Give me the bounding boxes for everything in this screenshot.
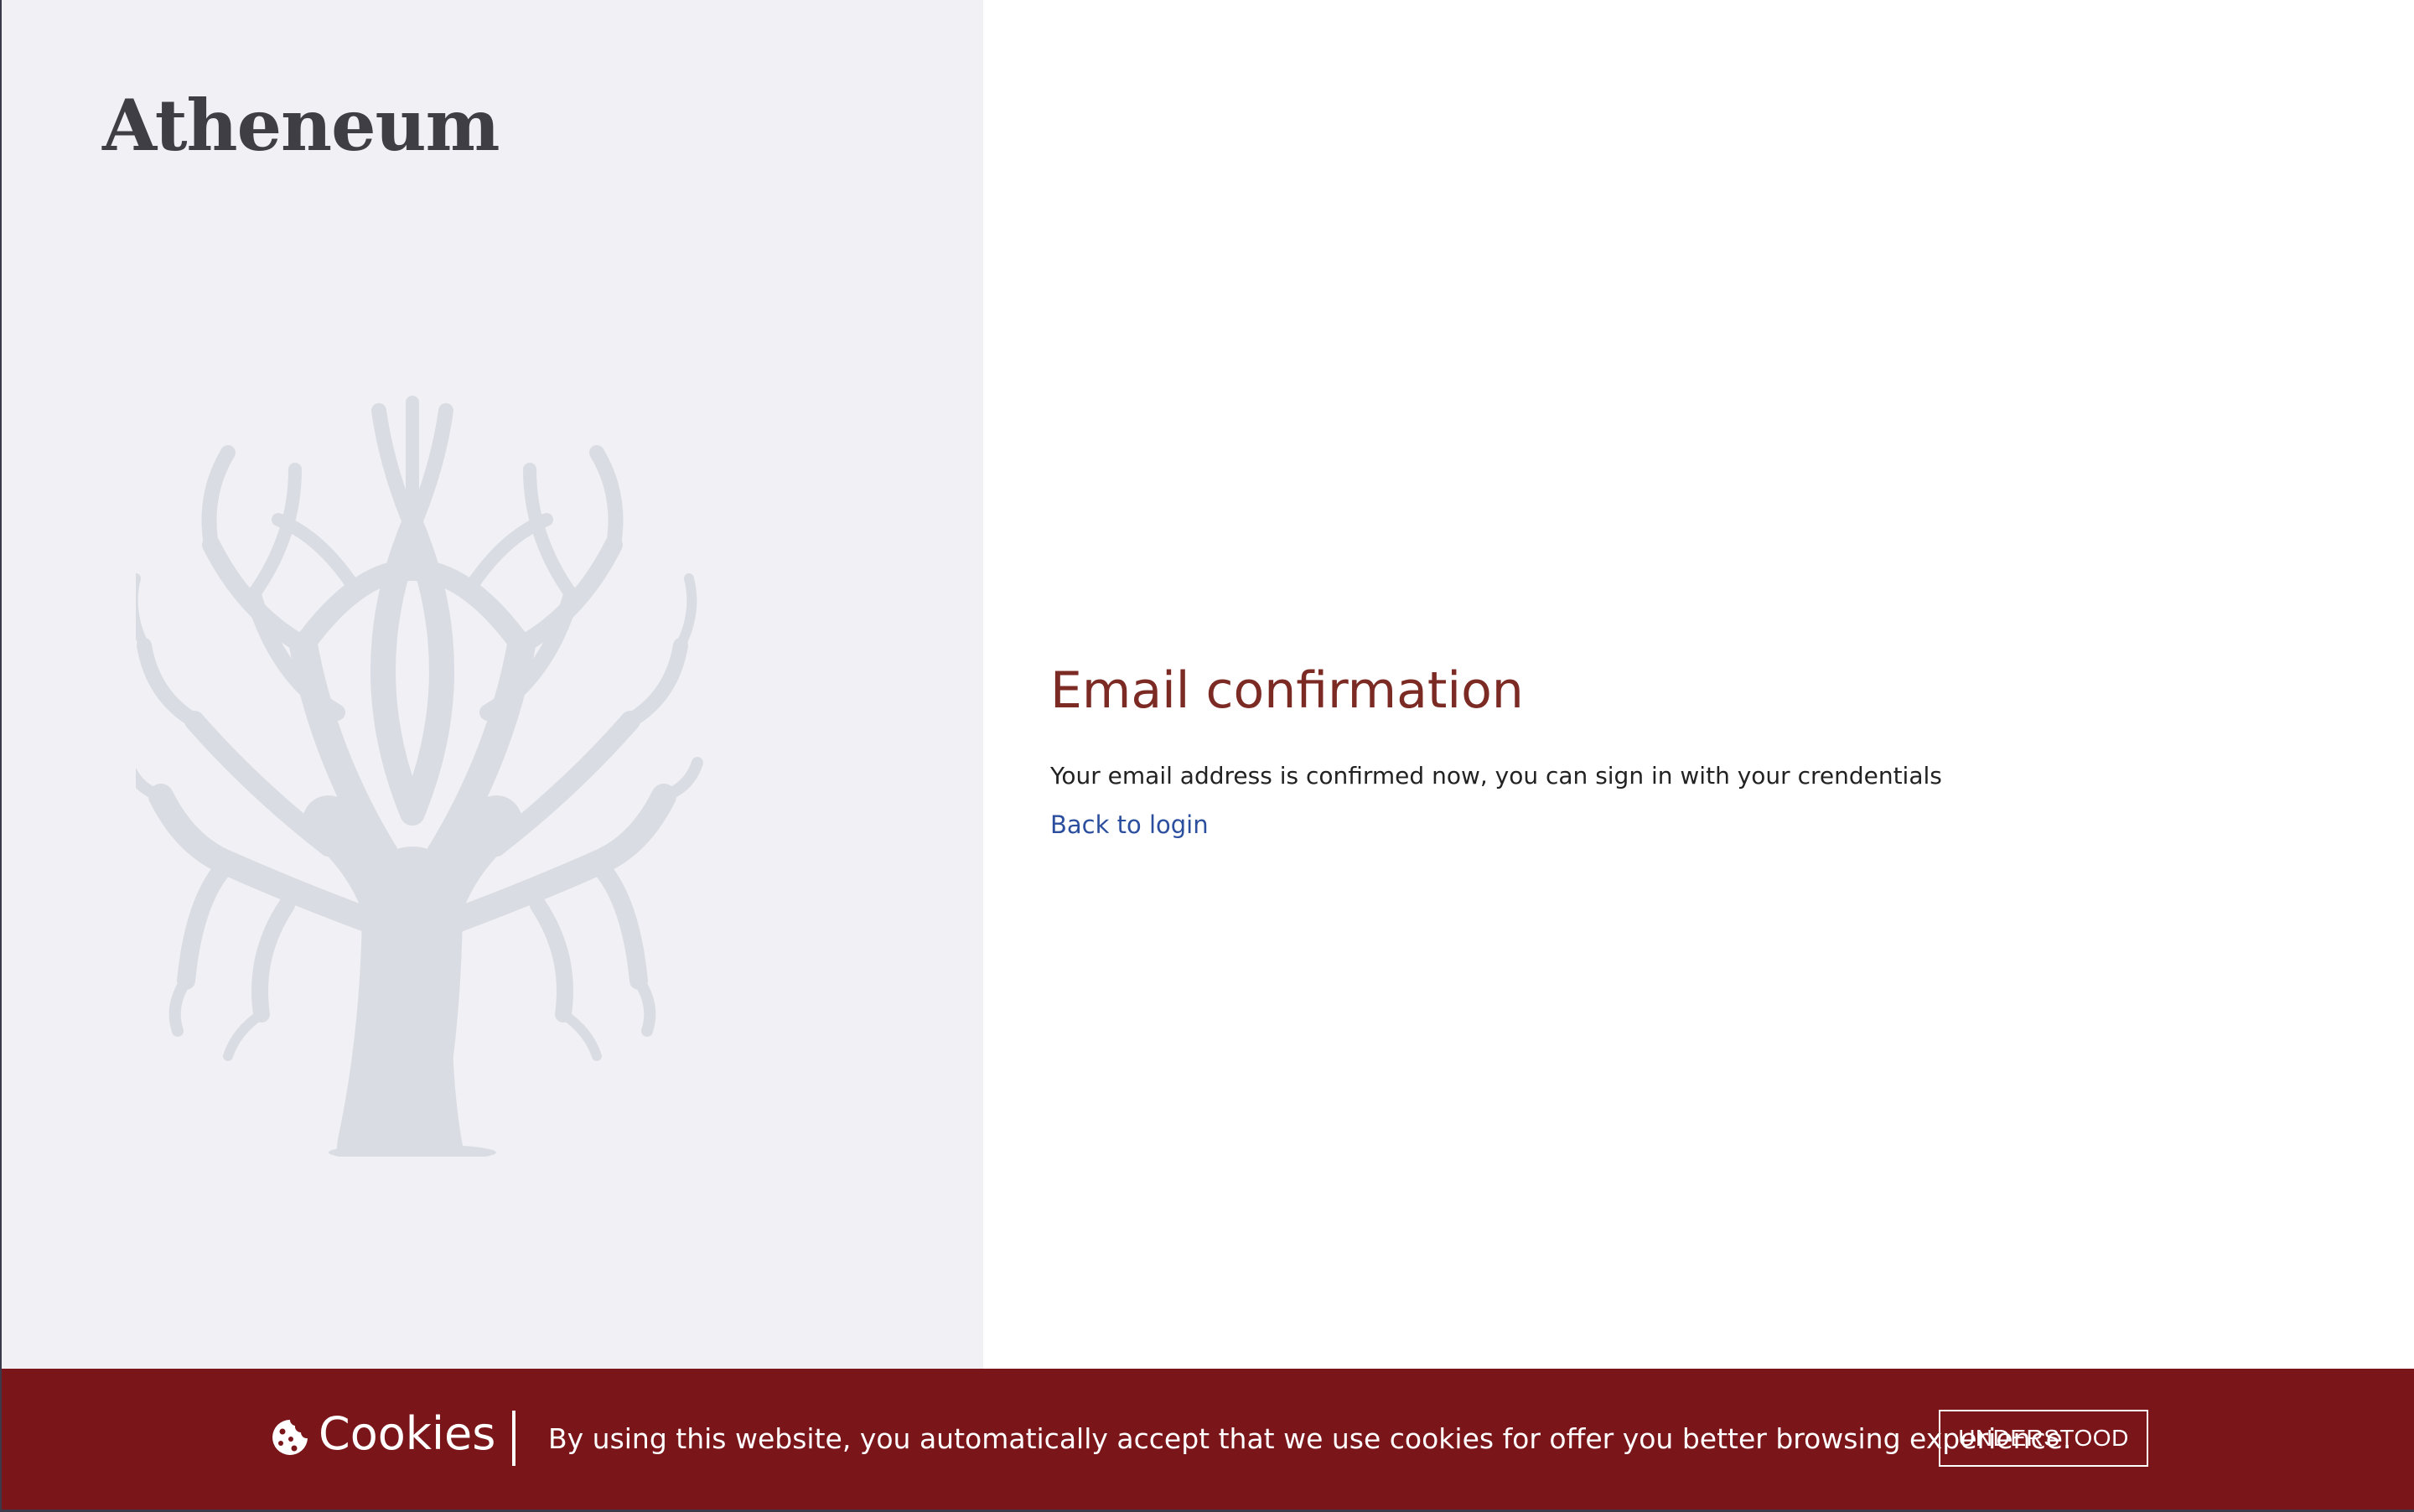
brand-panel: Atheneum	[2, 0, 983, 1369]
content-panel: Email confirmation Your email address is…	[983, 0, 2414, 1369]
cookie-message: By using this website, you automatically…	[548, 1422, 2072, 1455]
cookie-title: Cookies	[319, 1407, 496, 1460]
cookie-divider	[512, 1411, 515, 1466]
page-title: Email confirmation	[1050, 661, 1524, 720]
back-to-login-link[interactable]: Back to login	[1050, 810, 1209, 841]
cookie-banner: Cookies By using this website, you autom…	[2, 1369, 2414, 1509]
tree-illustration	[136, 396, 703, 1157]
cookie-icon	[272, 1420, 308, 1455]
confirmation-message: Your email address is confirmed now, you…	[1050, 762, 1942, 790]
understood-button[interactable]: UNDERSTOOD	[1939, 1410, 2148, 1467]
page: Atheneum Email confirmation Your email a…	[0, 0, 2414, 1512]
brand-logo: Atheneum	[102, 84, 500, 167]
